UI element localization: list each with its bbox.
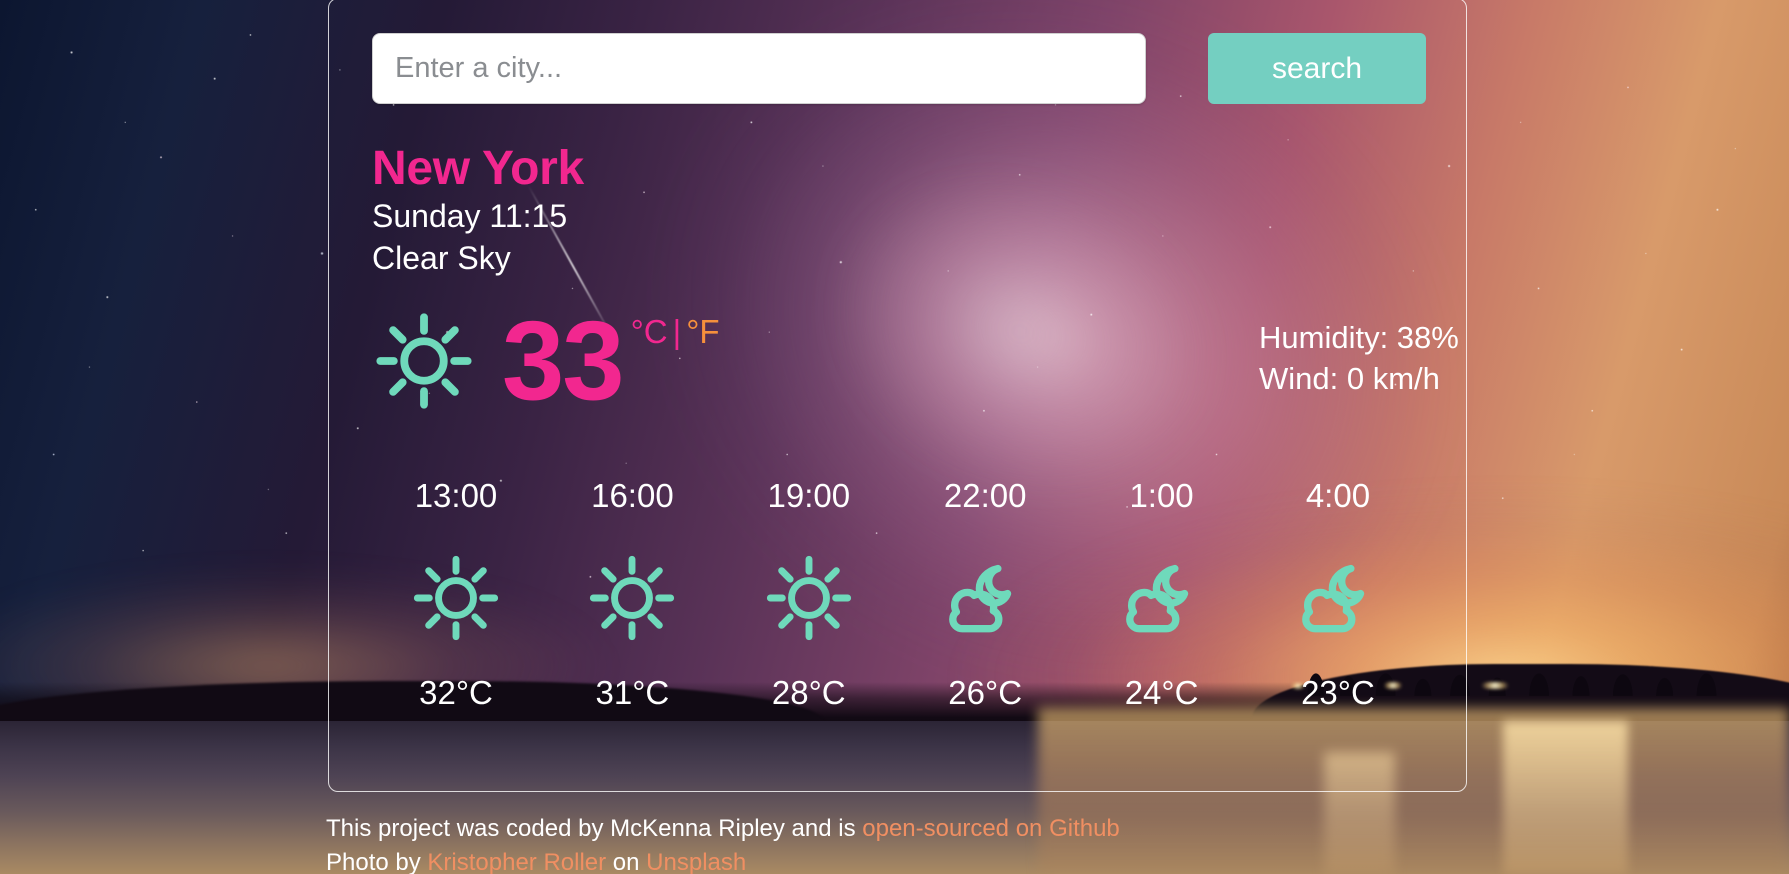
- sun-icon: [763, 552, 855, 644]
- cloud-moon-icon: [1116, 552, 1208, 644]
- city-name: New York: [372, 142, 584, 195]
- hourly-forecast: 13:00 32°C 16:00 31°C 19:00 28°C 22:00 2…: [372, 479, 1422, 709]
- current-temperature-row: 33 °C | °F: [372, 297, 720, 423]
- forecast-item: 1:00 24°C: [1078, 479, 1246, 709]
- forecast-time: 16:00: [591, 477, 674, 514]
- photographer-link[interactable]: Kristopher Roller: [427, 849, 606, 874]
- forecast-item: 4:00 23°C: [1254, 479, 1422, 709]
- sun-icon: [410, 552, 502, 644]
- search-row: search: [372, 33, 1432, 104]
- cloud-moon-icon: [1292, 552, 1384, 644]
- sun-icon: [586, 552, 678, 644]
- search-input[interactable]: [372, 33, 1146, 104]
- forecast-temperature: 24°C: [1124, 674, 1199, 711]
- cloud-moon-icon: [939, 552, 1031, 644]
- forecast-item: 13:00 32°C: [372, 479, 540, 709]
- current-details: Humidity: 38% Wind: 0 km/h: [1259, 317, 1459, 399]
- footer-line-photo: Photo by Kristopher Roller on Unsplash: [326, 846, 1120, 874]
- sun-icon: [372, 309, 476, 413]
- forecast-item: 19:00 28°C: [725, 479, 893, 709]
- forecast-time: 13:00: [414, 477, 498, 514]
- current-datetime: Sunday 11:15: [372, 197, 568, 234]
- forecast-item: 22:00 26°C: [901, 479, 1069, 709]
- humidity-value: Humidity: 38%: [1259, 320, 1459, 355]
- forecast-time: 22:00: [943, 477, 1027, 514]
- current-temperature-value: 33: [502, 297, 625, 423]
- footer-photo-text: Photo by: [326, 849, 428, 874]
- forecast-time: 4:00: [1305, 477, 1371, 514]
- unsplash-link[interactable]: Unsplash: [646, 849, 746, 874]
- search-button[interactable]: search: [1208, 33, 1426, 104]
- weather-app-card: search New York Sunday 11:15 Clear Sky 3…: [328, 0, 1467, 792]
- current-description: Clear Sky: [372, 239, 511, 276]
- footer-photo-middle: on: [606, 849, 647, 874]
- forecast-temperature: 26°C: [948, 674, 1023, 711]
- footer-line-project: This project was coded by McKenna Ripley…: [326, 812, 1120, 846]
- forecast-temperature: 28°C: [771, 674, 846, 711]
- wind-value: Wind: 0 km/h: [1259, 361, 1440, 397]
- footer-credit-text: This project was coded by McKenna Ripley…: [326, 815, 863, 842]
- forecast-time: 1:00: [1129, 477, 1194, 514]
- shore-light: [1477, 681, 1512, 689]
- forecast-temperature: 23°C: [1301, 674, 1375, 711]
- forecast-time: 19:00: [767, 477, 851, 514]
- github-link[interactable]: open-sourced on Github: [862, 815, 1120, 842]
- fahrenheit-toggle[interactable]: °F: [686, 313, 719, 350]
- forecast-temperature: 31°C: [595, 674, 670, 711]
- unit-separator: |: [672, 313, 682, 350]
- forecast-temperature: 32°C: [419, 674, 493, 711]
- footer-credits: This project was coded by McKenna Ripley…: [326, 812, 1120, 874]
- celsius-toggle[interactable]: °C: [631, 313, 668, 350]
- current-conditions-header: New York Sunday 11:15 Clear Sky: [372, 144, 584, 278]
- unit-toggle: °C | °F: [631, 313, 720, 351]
- forecast-item: 16:00 31°C: [548, 479, 716, 709]
- water-reflection: [1502, 721, 1628, 874]
